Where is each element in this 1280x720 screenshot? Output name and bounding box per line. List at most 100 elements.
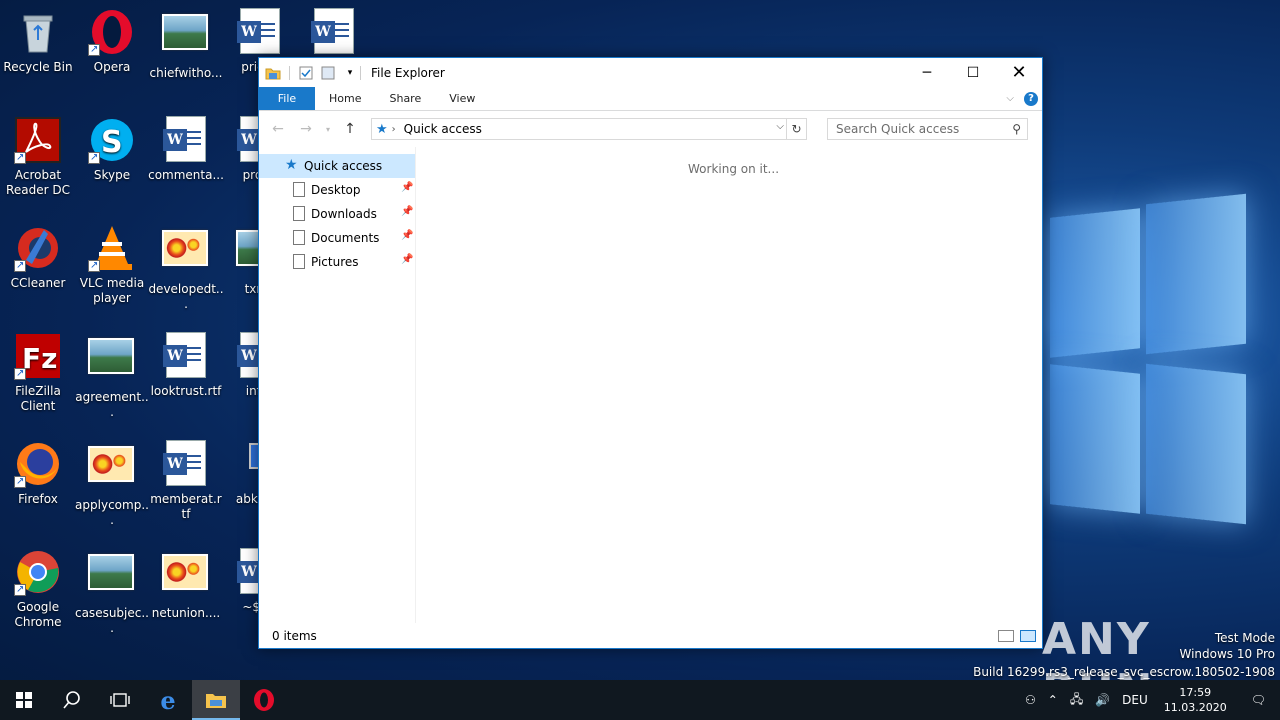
divider — [360, 65, 361, 80]
desktop-icon-word-doc[interactable]: W commenta... — [148, 116, 224, 183]
build-info-text: Build 16299.rs3_release_svc_escrow.18050… — [973, 665, 1275, 679]
desktop-icon-label: developedt... — [148, 282, 224, 311]
system-tray: ⚇ ⌃ 🖧 🔊 DEU 17:59 11.03.2020 🗨 — [1019, 680, 1280, 720]
desktop-icon-image[interactable]: agreement... — [74, 332, 150, 420]
arrow-left-icon: ← — [272, 121, 284, 137]
new-folder-icon[interactable] — [320, 65, 336, 81]
nav-item-quick-access[interactable]: ★ Quick access — [259, 154, 415, 178]
navigation-bar: ← → ▾ ↑ ★ › Quick access ⌵ ↻ Search Quic… — [259, 111, 1042, 147]
word-doc-icon: W — [162, 116, 210, 164]
notifications-icon[interactable]: 🗨 — [1237, 693, 1280, 707]
minimize-icon: ─ — [922, 64, 932, 81]
close-icon: ✕ — [1011, 62, 1027, 83]
folder-icon — [206, 694, 226, 708]
desktop-icon-ccleaner[interactable]: CCleaner — [0, 224, 76, 291]
desktop-icon-vlc[interactable]: VLC media player — [74, 224, 150, 306]
desktop-icon-image[interactable]: developedt... — [148, 224, 224, 312]
desktop-icon-image[interactable]: netunion.... — [148, 548, 224, 621]
taskbar-opera[interactable] — [240, 680, 288, 720]
nav-item-downloads[interactable]: Downloads 📌 — [259, 202, 415, 226]
address-bar[interactable]: ★ › Quick access ⌵ ↻ — [371, 118, 807, 140]
recent-locations-button[interactable]: ▾ — [323, 118, 333, 140]
desktop-icon-recycle-bin[interactable]: Recycle Bin — [0, 8, 76, 75]
nav-item-documents[interactable]: Documents 📌 — [259, 226, 415, 250]
desktop-icon-label: looktrust.rtf — [150, 384, 222, 398]
address-text: Quick access — [403, 122, 482, 136]
windows-edition-text: Windows 10 Pro — [1179, 647, 1275, 661]
desktop-icon-image[interactable]: chiefwitho... — [148, 8, 224, 81]
desktop-icon-label: Recycle Bin — [3, 60, 73, 74]
up-button[interactable]: ↑ — [339, 118, 361, 140]
nav-item-label: Desktop — [311, 183, 361, 197]
firefox-icon — [14, 440, 62, 489]
chevron-down-icon: ▾ — [325, 124, 330, 134]
search-input[interactable]: Search Quick access — [836, 122, 959, 136]
customize-toolbar-chevron-icon[interactable]: ▾ — [342, 65, 358, 81]
tab-file[interactable]: File — [259, 87, 315, 110]
tab-share[interactable]: Share — [375, 87, 435, 110]
desktop-icon-word-doc[interactable]: W — [296, 8, 372, 60]
properties-icon[interactable] — [298, 65, 314, 81]
search-box[interactable]: Search Quick access ⚲ — [827, 118, 1028, 140]
forward-button[interactable]: → — [295, 118, 317, 140]
desktop-icon-label: Google Chrome — [14, 600, 62, 629]
desktop-icon-firefox[interactable]: Firefox — [0, 440, 76, 507]
desktop-icon-opera[interactable]: Opera — [74, 8, 150, 75]
desktop-icon-image[interactable]: applycomp... — [74, 440, 150, 528]
expand-ribbon-chevron-icon[interactable]: ⌵ — [1006, 93, 1014, 104]
help-icon[interactable]: ? — [1024, 91, 1038, 106]
start-button[interactable] — [0, 680, 48, 720]
arrow-right-icon: → — [300, 121, 312, 137]
document-icon — [293, 206, 305, 221]
content-area: ★ Quick access Desktop 📌 Downloads 📌 Doc… — [259, 147, 1042, 623]
title-bar[interactable]: ▾ File Explorer ─ ☐ ✕ — [259, 58, 1042, 87]
search-icon: ⚲ — [1012, 122, 1021, 136]
taskbar-edge[interactable]: e — [144, 680, 192, 720]
breadcrumb-separator-icon: › — [391, 123, 396, 135]
minimize-button[interactable]: ─ — [904, 58, 950, 87]
desktop-icon-image[interactable]: casesubjec... — [74, 548, 150, 636]
input-language[interactable]: DEU — [1116, 693, 1154, 707]
search-button[interactable] — [48, 680, 96, 720]
flower-image-icon — [162, 230, 210, 278]
desktop-icon-label: agreement... — [75, 390, 149, 419]
clock[interactable]: 17:59 11.03.2020 — [1154, 685, 1237, 715]
word-doc-icon: W — [162, 332, 210, 380]
taskbar-file-explorer[interactable] — [192, 680, 240, 720]
desktop-icon-filezilla[interactable]: Fz FileZilla Client — [0, 332, 76, 414]
tab-home[interactable]: Home — [315, 87, 375, 110]
desktop-icon-label: Opera — [93, 60, 131, 74]
network-icon[interactable]: 🖧 — [1064, 690, 1089, 711]
desktop-icon-skype[interactable]: S Skype — [74, 116, 150, 183]
file-explorer-window[interactable]: ▾ File Explorer ─ ☐ ✕ File Home Share Vi… — [258, 57, 1043, 649]
maximize-button[interactable]: ☐ — [950, 58, 996, 87]
address-dropdown-icon[interactable]: ⌵ — [776, 121, 784, 132]
volume-icon[interactable]: 🔊 — [1089, 693, 1116, 707]
task-view-button[interactable] — [96, 680, 144, 720]
close-button[interactable]: ✕ — [996, 58, 1042, 87]
loading-message: Working on it... — [688, 162, 780, 176]
file-list-pane[interactable]: Working on it... — [416, 147, 1042, 623]
nav-item-desktop[interactable]: Desktop 📌 — [259, 178, 415, 202]
nav-item-label: Quick access — [304, 159, 383, 173]
nav-item-pictures[interactable]: Pictures 📌 — [259, 250, 415, 274]
nav-item-label: Documents — [311, 231, 380, 245]
pin-icon: 📌 — [401, 182, 414, 193]
back-button[interactable]: ← — [267, 118, 289, 140]
people-icon[interactable]: ⚇ — [1019, 693, 1042, 707]
divider — [289, 65, 290, 80]
desktop-icon-label: Firefox — [18, 492, 58, 506]
refresh-button[interactable]: ↻ — [786, 119, 806, 139]
desktop-icon-acrobat[interactable]: Acrobat Reader DC — [0, 116, 76, 198]
flower-image-icon — [88, 446, 136, 494]
desktop-icon-word-doc[interactable]: W memberat.rtf — [148, 440, 224, 522]
tab-view[interactable]: View — [435, 87, 489, 110]
maximize-icon: ☐ — [966, 64, 980, 81]
desktop-icon-chrome[interactable]: Google Chrome — [0, 548, 76, 630]
show-hidden-icons-chevron-icon[interactable]: ⌃ — [1042, 693, 1064, 707]
image-file-icon — [88, 338, 136, 386]
desktop-icon-word-doc[interactable]: W looktrust.rtf — [148, 332, 224, 399]
details-view-icon[interactable] — [998, 629, 1014, 642]
desktop-icon-label: VLC media player — [79, 276, 145, 305]
large-icons-view-icon[interactable] — [1020, 629, 1036, 642]
